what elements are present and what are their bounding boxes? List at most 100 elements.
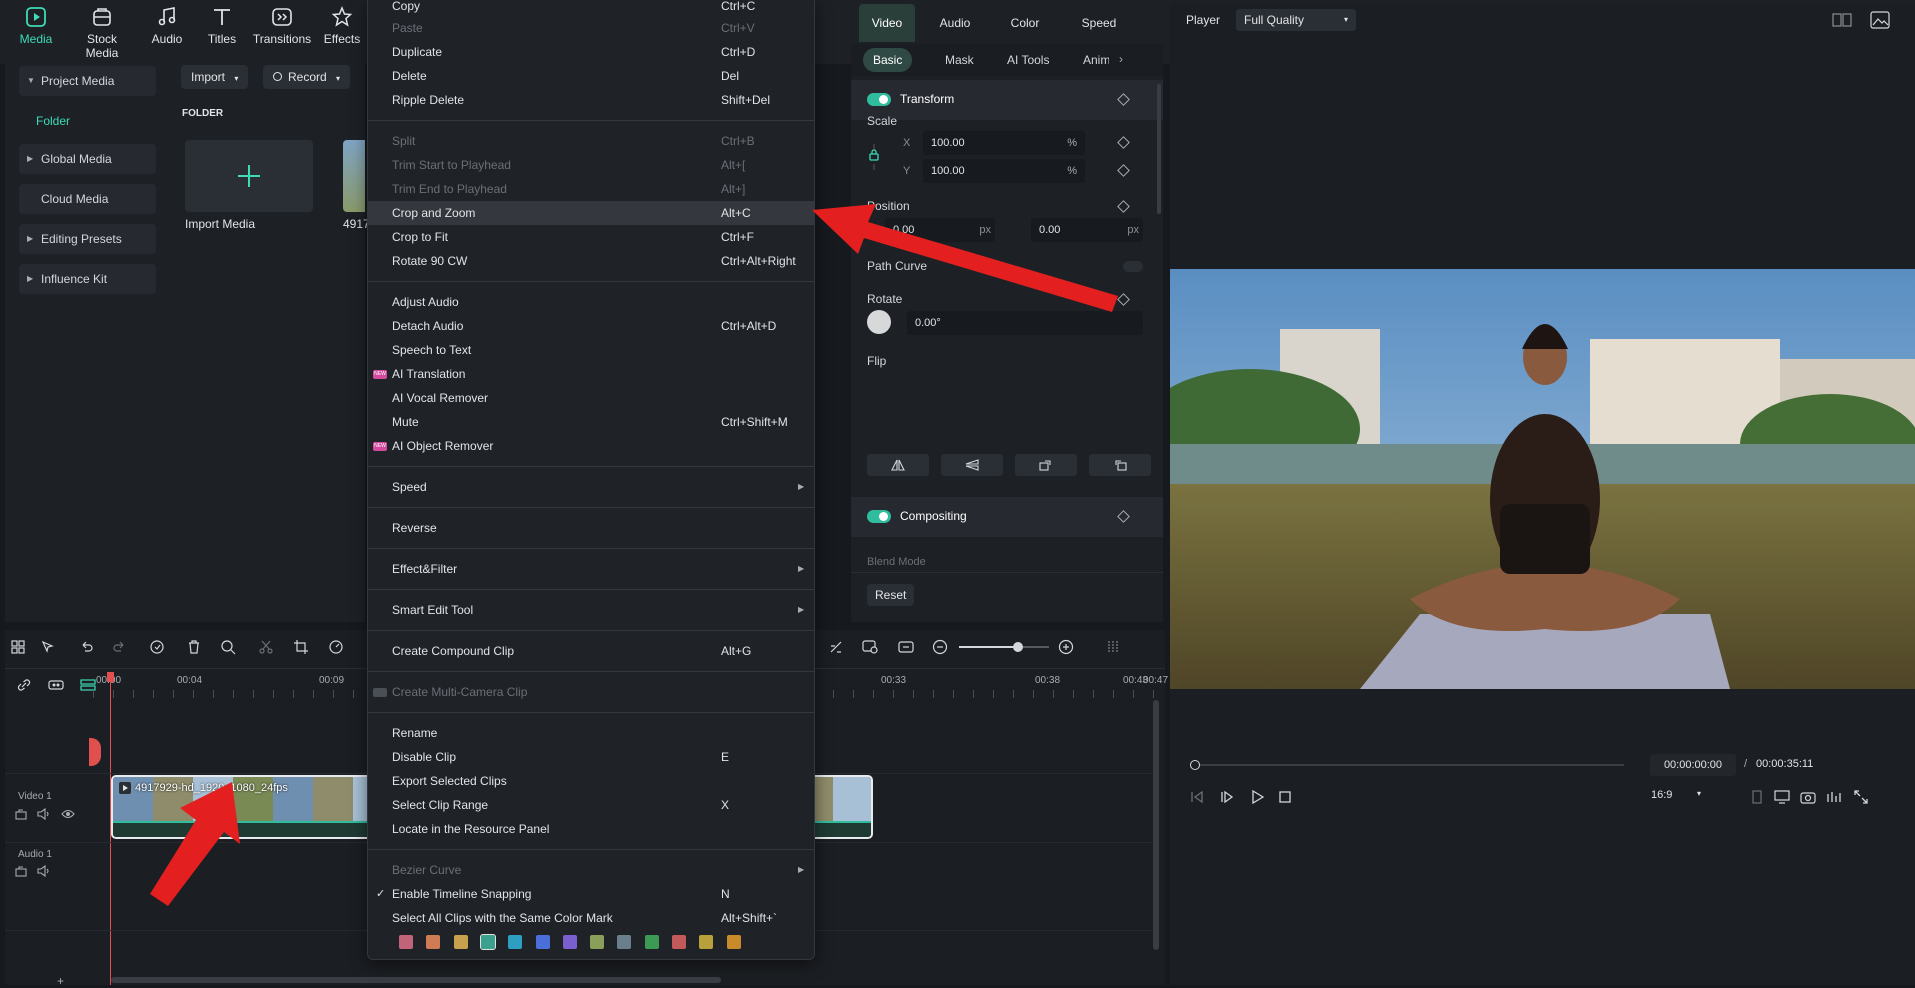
speaker-icon[interactable]	[37, 865, 51, 877]
menu-item-duplicate[interactable]: Duplicate Ctrl+D	[368, 40, 814, 64]
menu-item-trim-end[interactable]: Trim End to Playhead Alt+]	[368, 177, 814, 201]
speaker-icon[interactable]	[37, 808, 51, 820]
menu-item-ai-vocal-remover[interactable]: AI Vocal Remover	[368, 386, 814, 410]
color-mark-swatch[interactable]	[508, 935, 523, 949]
keyframe-icon[interactable]	[1117, 136, 1130, 149]
menu-item-detach-audio[interactable]: Detach Audio Ctrl+Alt+D	[368, 314, 814, 338]
rotate-left-button[interactable]	[1089, 454, 1151, 476]
media-clip-thumbnail[interactable]	[343, 140, 365, 212]
scale-x-field[interactable]: 100.00%	[923, 131, 1085, 155]
menu-item-ai-translation[interactable]: NEW AI Translation	[368, 362, 814, 386]
keyframe-icon[interactable]	[1117, 200, 1130, 213]
menu-item-trim-start[interactable]: Trim Start to Playhead Alt+[	[368, 153, 814, 177]
redo-icon[interactable]	[111, 638, 129, 656]
lock-track-icon[interactable]	[15, 865, 27, 877]
toolbar-stock-media[interactable]: Stock Media	[70, 6, 134, 60]
sidebar-item-cloud-media[interactable]: Cloud Media	[19, 184, 156, 214]
menu-item-crop-to-fit[interactable]: Crop to Fit Ctrl+F	[368, 225, 814, 249]
scrubber-handle[interactable]	[1190, 760, 1200, 770]
menu-item-crop-and-zoom[interactable]: Crop and Zoom Alt+C	[368, 201, 814, 225]
menu-item-ai-object-remover[interactable]: NEW AI Object Remover	[368, 434, 814, 458]
sidebar-item-folder[interactable]: Folder	[36, 114, 70, 128]
menu-item-create-compound-clip[interactable]: Create Compound Clip Alt+G	[368, 639, 814, 663]
subtab-ai-tools[interactable]: AI Tools	[997, 48, 1059, 72]
menu-item-effect-filter[interactable]: Effect&Filter ▶	[368, 557, 814, 581]
reset-button[interactable]: Reset	[867, 584, 915, 606]
color-mark-swatch[interactable]	[562, 935, 577, 949]
compositing-toggle[interactable]	[867, 510, 891, 523]
flip-horizontal-button[interactable]	[867, 454, 929, 476]
menu-item-rename[interactable]: Rename	[368, 721, 814, 745]
menu-item-speed[interactable]: Speed ▶	[368, 475, 814, 499]
audio-meter-icon[interactable]	[1826, 790, 1842, 804]
menu-item-locate-resource[interactable]: Locate in the Resource Panel	[368, 817, 814, 841]
playhead-marker[interactable]	[89, 738, 101, 766]
toolbar-transitions[interactable]: Transitions	[250, 6, 314, 46]
subtab-basic[interactable]: Basic	[863, 48, 913, 72]
sidebar-item-project-media[interactable]: ▼ Project Media	[19, 66, 156, 96]
select-tool-icon[interactable]	[39, 638, 57, 656]
props-scrollbar[interactable]	[1157, 84, 1161, 214]
previous-frame-icon[interactable]	[1190, 790, 1204, 804]
video-preview[interactable]	[1170, 269, 1915, 689]
menu-item-select-same-color[interactable]: Select All Clips with the Same Color Mar…	[368, 906, 814, 930]
quality-dropdown[interactable]: Full Quality ▾	[1236, 9, 1356, 31]
keyframe-icon[interactable]	[1117, 164, 1130, 177]
play-slow-icon[interactable]	[1220, 790, 1234, 804]
render-icon[interactable]	[861, 638, 879, 656]
zoom-slider[interactable]	[959, 642, 1049, 652]
subtab-mask[interactable]: Mask	[935, 48, 984, 72]
tab-video[interactable]: Video	[859, 4, 915, 42]
color-mark-swatch[interactable]	[535, 935, 550, 949]
sidebar-item-global-media[interactable]: ▶ Global Media	[19, 144, 156, 174]
color-mark-swatch[interactable]	[426, 935, 441, 949]
rotate-dial[interactable]	[867, 310, 891, 334]
transform-toggle[interactable]	[867, 93, 891, 106]
record-button[interactable]: Record ▾	[263, 65, 351, 89]
color-mark-swatch[interactable]	[644, 935, 659, 949]
zoom-slider-handle[interactable]	[1012, 642, 1023, 652]
camera-icon[interactable]	[1800, 790, 1816, 804]
keyframe-icon[interactable]	[1117, 293, 1130, 306]
menu-item-rotate[interactable]: Rotate 90 CW Ctrl+Alt+Right	[368, 249, 814, 273]
keyframe-icon[interactable]	[1117, 93, 1130, 106]
color-mark-swatch[interactable]	[590, 935, 605, 949]
sidebar-item-influence-kit[interactable]: ▶ Influence Kit	[19, 264, 156, 294]
import-media-tile[interactable]	[185, 140, 313, 212]
playhead-handle[interactable]	[107, 672, 114, 682]
zoom-in-icon[interactable]	[1057, 638, 1075, 656]
toolbar-media[interactable]: Media	[4, 6, 68, 46]
color-mark-swatch[interactable]	[617, 935, 632, 949]
aspect-ratio-dropdown[interactable]: 16:9 ▾	[1651, 789, 1711, 801]
toolbar-titles[interactable]: Titles	[190, 6, 254, 46]
grid-view-icon[interactable]	[1832, 12, 1852, 28]
rotate-right-button[interactable]	[1015, 454, 1077, 476]
tab-color[interactable]: Color	[997, 4, 1053, 42]
menu-item-paste[interactable]: Paste Ctrl+V	[368, 16, 814, 40]
path-curve-toggle[interactable]	[1123, 261, 1143, 272]
menu-item-reverse[interactable]: Reverse	[368, 516, 814, 540]
color-mark-swatch[interactable]	[399, 935, 413, 949]
add-track-icon[interactable]	[47, 676, 65, 694]
speed-ramp-icon[interactable]	[327, 638, 345, 656]
display-icon[interactable]	[1774, 790, 1790, 804]
subtab-animation[interactable]: Anim	[1075, 48, 1109, 72]
timeline-horizontal-scrollbar[interactable]	[111, 977, 721, 983]
color-mark-swatch[interactable]	[672, 935, 686, 949]
sidebar-item-editing-presets[interactable]: ▶ Editing Presets	[19, 224, 156, 254]
menu-item-delete[interactable]: Delete Del	[368, 64, 814, 88]
fullscreen-icon[interactable]	[1854, 790, 1868, 804]
delete-icon[interactable]	[185, 638, 203, 656]
link-icon[interactable]	[15, 676, 33, 694]
menu-item-mute[interactable]: Mute Ctrl+Shift+M	[368, 410, 814, 434]
timeline-vertical-scrollbar[interactable]	[1153, 700, 1159, 950]
current-time[interactable]: 00:00:00:00	[1650, 754, 1736, 776]
menu-item-enable-timeline-snapping[interactable]: ✓ Enable Timeline Snapping N	[368, 882, 814, 906]
menu-item-bezier-curve[interactable]: Bezier Curve ▶	[368, 858, 814, 882]
lock-track-icon[interactable]	[15, 808, 27, 820]
color-mark-swatch[interactable]	[699, 935, 714, 949]
menu-item-export-selected-clips[interactable]: Export Selected Clips	[368, 769, 814, 793]
menu-item-speech-to-text[interactable]: Speech to Text	[368, 338, 814, 362]
layout-icon[interactable]	[9, 638, 27, 656]
menu-item-create-multi-camera-clip[interactable]: Create Multi-Camera Clip	[368, 680, 814, 704]
